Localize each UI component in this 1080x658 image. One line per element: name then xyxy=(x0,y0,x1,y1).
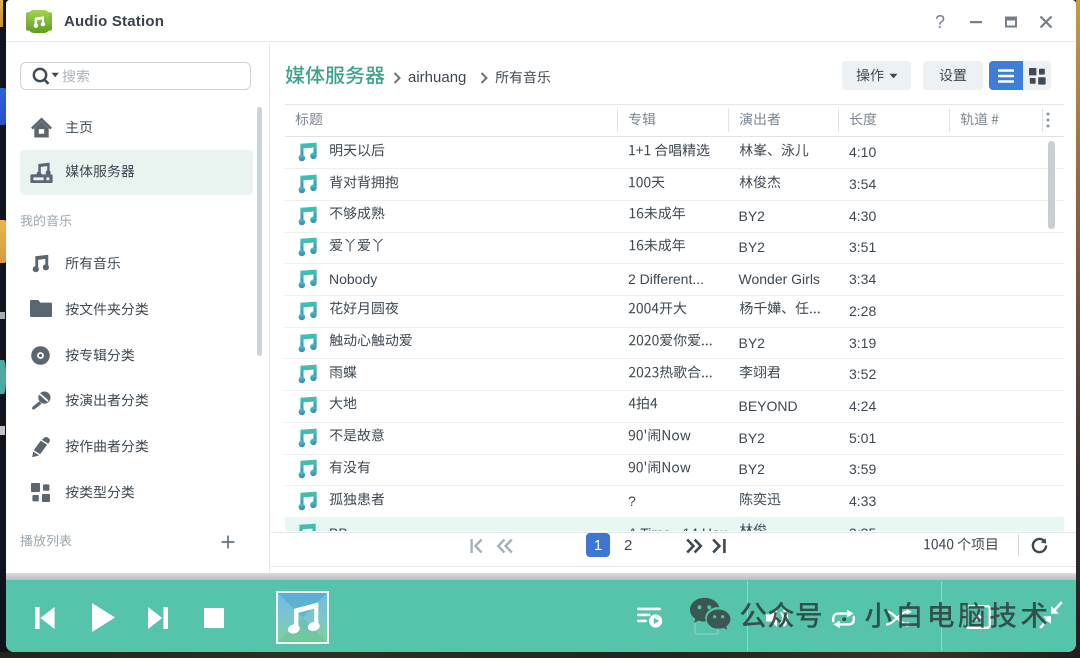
svg-text:?: ? xyxy=(935,12,945,32)
